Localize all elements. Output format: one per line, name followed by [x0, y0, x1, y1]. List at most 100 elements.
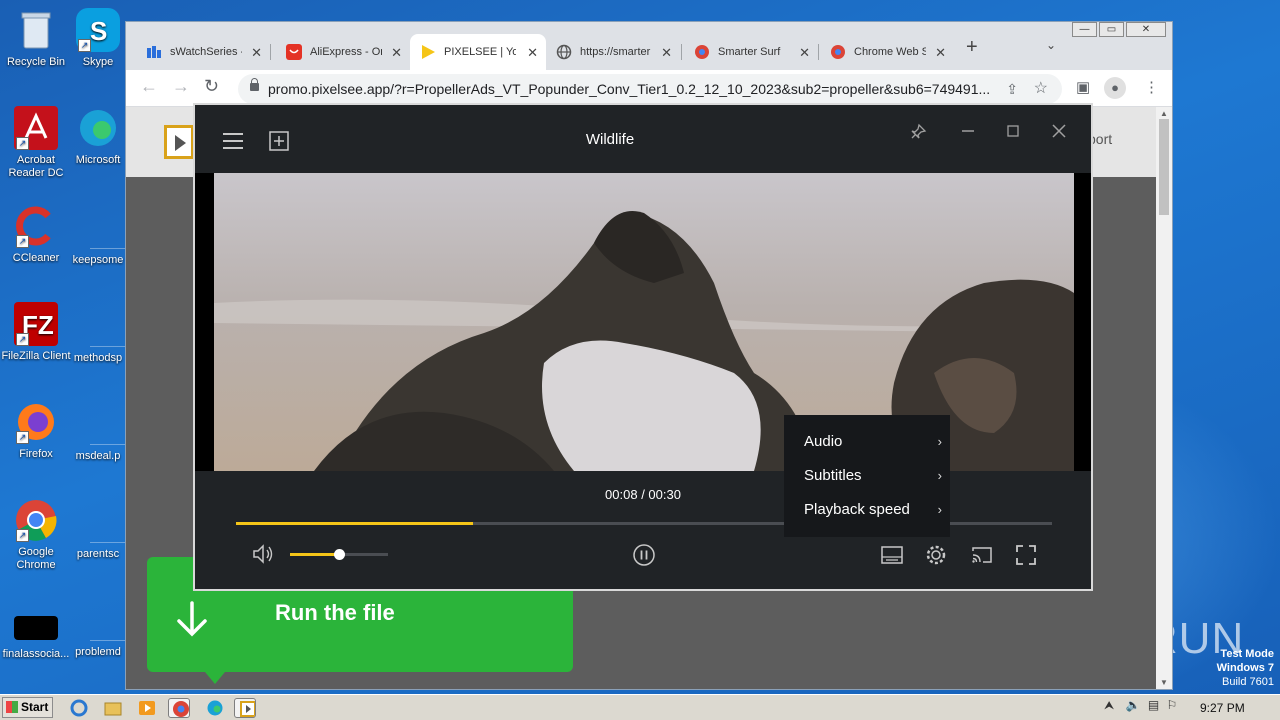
- ie-icon[interactable]: [68, 698, 90, 718]
- player-controls: 00:08 / 00:30: [195, 471, 1091, 589]
- desktop-icon-parentsc[interactable]: parentsc: [62, 548, 134, 561]
- firefox-icon: ↗: [14, 400, 58, 444]
- address-bar[interactable]: promo.pixelsee.app/?r=PropellerAds_VT_Po…: [238, 74, 1062, 104]
- desktop-icon-methodsp[interactable]: methodsp: [62, 352, 134, 365]
- chrome-taskbar-icon[interactable]: [168, 698, 190, 718]
- tab-pixelsee[interactable]: PIXELSEE | You ✕: [410, 34, 546, 70]
- action-center-flag-icon[interactable]: ⚐: [1167, 698, 1178, 712]
- edge-taskbar-icon[interactable]: [204, 698, 226, 718]
- tab-smarter-surf[interactable]: Smarter Surf ✕: [684, 34, 818, 70]
- scroll-up-icon[interactable]: ▲: [1160, 109, 1168, 118]
- tab-smarter-url[interactable]: https://smarter ✕: [546, 34, 680, 70]
- file-icon: [14, 616, 58, 640]
- tab-title: https://smarter: [580, 46, 651, 58]
- player-maximize-icon[interactable]: [1007, 125, 1019, 137]
- ccleaner-icon: ↗: [14, 204, 58, 248]
- down-arrow-icon: [177, 601, 207, 637]
- settings-gear-icon[interactable]: [925, 544, 947, 566]
- browser-toolbar: ← → ↻ promo.pixelsee.app/?r=PropellerAds…: [126, 70, 1172, 107]
- chevron-right-icon: ›: [937, 468, 942, 483]
- player-close-icon[interactable]: [1052, 124, 1066, 138]
- desktop-icon-label: finalassocia...: [2, 648, 70, 660]
- profile-avatar-icon[interactable]: ●: [1104, 77, 1126, 99]
- cast-icon[interactable]: [971, 545, 993, 565]
- pixelsee-favicon-icon: [422, 45, 435, 59]
- reload-button[interactable]: ↻: [204, 76, 219, 97]
- tab-search-dropdown-icon[interactable]: ⌄: [1046, 38, 1056, 52]
- taskbar-clock[interactable]: 9:27 PM: [1200, 701, 1245, 715]
- pixelsee-taskbar-icon[interactable]: [234, 698, 256, 718]
- tray-expand-icon[interactable]: ⮝: [1104, 698, 1114, 712]
- close-tab-icon[interactable]: ✕: [527, 45, 538, 61]
- desktop-icon-problemd[interactable]: problemd: [62, 646, 134, 659]
- fullscreen-icon[interactable]: [1016, 545, 1036, 565]
- volume-knob[interactable]: [334, 549, 345, 560]
- tab-title: sWatchSeries -: [170, 46, 242, 58]
- close-tab-icon[interactable]: ✕: [251, 45, 262, 61]
- desktop-icon-label: Google Chrome: [16, 546, 56, 571]
- media-player-icon[interactable]: [136, 698, 158, 718]
- minimize-button[interactable]: —: [1072, 22, 1097, 37]
- player-title: Wildlife: [585, 131, 635, 148]
- desktop-icon-skype[interactable]: S ↗ Skype: [62, 8, 134, 69]
- settings-menu-item-playback-speed[interactable]: Playback speed ›: [804, 498, 944, 522]
- desktop-icon-microsoft[interactable]: Microsoft: [62, 106, 134, 167]
- desktop-icon-keepsome[interactable]: keepsome: [62, 254, 134, 267]
- settings-menu-item-audio[interactable]: Audio ›: [804, 430, 944, 454]
- subtitles-panel-icon[interactable]: [881, 545, 903, 565]
- desktop-icon-label: CCleaner: [12, 252, 60, 264]
- new-tab-button[interactable]: +: [966, 36, 978, 59]
- restore-button[interactable]: ▭: [1099, 22, 1124, 37]
- desktop-icon-label: parentsc: [76, 548, 120, 560]
- bookmark-star-icon[interactable]: ☆: [1034, 74, 1048, 104]
- close-tab-icon[interactable]: ✕: [661, 45, 672, 61]
- tab-aliexpress[interactable]: AliExpress - On ✕: [276, 34, 410, 70]
- desktop-icon-label: Recycle Bin: [6, 56, 66, 68]
- close-tab-icon[interactable]: ✕: [935, 45, 946, 61]
- pixelsee-logo-icon[interactable]: [164, 125, 194, 159]
- url-text: promo.pixelsee.app/?r=PropellerAds_VT_Po…: [268, 81, 991, 97]
- explorer-folder-icon[interactable]: [102, 698, 124, 718]
- settings-menu-item-subtitles[interactable]: Subtitles ›: [804, 464, 944, 488]
- scroll-thumb[interactable]: [1159, 119, 1169, 215]
- scroll-down-icon[interactable]: ▼: [1160, 678, 1168, 687]
- video-area[interactable]: [195, 173, 1091, 471]
- network-tray-icon[interactable]: ▤: [1148, 698, 1159, 712]
- run-the-file-label: Run the file: [275, 600, 395, 625]
- volume-tray-icon[interactable]: 🔈: [1126, 698, 1141, 712]
- volume-level: [290, 553, 339, 556]
- shortcut-arrow-icon: ↗: [16, 137, 29, 150]
- player-minimize-icon[interactable]: [961, 129, 975, 133]
- share-icon[interactable]: ⇪: [1006, 74, 1018, 104]
- side-panel-icon[interactable]: ▣: [1076, 78, 1090, 96]
- volume-slider[interactable]: [290, 549, 388, 560]
- tab-separator: [270, 44, 271, 60]
- close-window-button[interactable]: ✕: [1126, 22, 1166, 37]
- seek-bar-progress: [236, 522, 473, 525]
- volume-icon[interactable]: [251, 543, 275, 565]
- tab-chrome-web-store[interactable]: Chrome Web S ✕: [820, 34, 954, 70]
- start-button[interactable]: Start: [2, 697, 53, 718]
- lock-icon: [250, 78, 259, 91]
- pause-icon[interactable]: [632, 543, 656, 567]
- time-display: 00:08 / 00:30: [605, 487, 681, 502]
- shortcut-arrow-icon: ↗: [16, 333, 29, 346]
- settings-menu: Audio › Subtitles › Playback speed ›: [784, 415, 950, 537]
- desktop-icon-label: problemd: [75, 646, 121, 658]
- tab-title: Chrome Web S: [854, 46, 926, 58]
- close-tab-icon[interactable]: ✕: [799, 45, 810, 61]
- desktop-icon-label: methodsp: [73, 352, 123, 364]
- forward-button[interactable]: →: [172, 76, 190, 97]
- menu-kebab-icon[interactable]: ⋮: [1144, 78, 1159, 96]
- back-button[interactable]: ←: [140, 76, 158, 97]
- pin-icon[interactable]: [909, 123, 927, 141]
- desktop-icon-msdeal[interactable]: msdeal.p: [62, 450, 134, 463]
- page-scrollbar[interactable]: ▲ ▼: [1156, 107, 1172, 689]
- close-tab-icon[interactable]: ✕: [391, 45, 402, 61]
- desktop-icon-label: Microsoft: [75, 154, 121, 166]
- edge-icon: [76, 106, 120, 150]
- globe-icon: [556, 44, 572, 60]
- tab-swatchseries[interactable]: sWatchSeries - ✕: [136, 34, 270, 70]
- acrobat-icon: ↗: [14, 106, 58, 150]
- desktop-icon-label: msdeal.p: [75, 450, 121, 462]
